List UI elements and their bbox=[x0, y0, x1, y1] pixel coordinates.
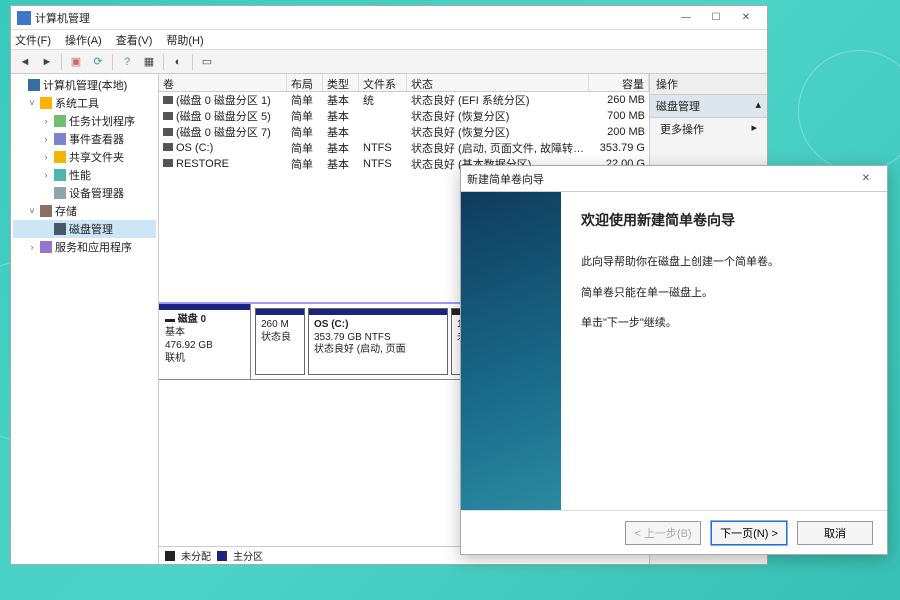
collapse-icon: ▴ bbox=[755, 98, 761, 114]
partition[interactable]: 260 M状态良 bbox=[255, 308, 305, 375]
tree-event[interactable]: ›事件查看器 bbox=[13, 130, 156, 148]
tool-icon[interactable]: ▣ bbox=[66, 52, 86, 72]
window-title: 计算机管理 bbox=[35, 10, 671, 26]
menu-view[interactable]: 查看(V) bbox=[116, 32, 153, 48]
help-button[interactable]: ? bbox=[117, 52, 137, 72]
tree-label: 存储 bbox=[55, 203, 77, 219]
app-icon bbox=[17, 11, 31, 25]
wizard-text: 简单卷只能在单一磁盘上。 bbox=[581, 285, 867, 302]
back-button[interactable]: ◄ bbox=[15, 52, 35, 72]
separator bbox=[163, 54, 164, 70]
new-volume-wizard-dialog: 新建简单卷向导 ✕ 欢迎使用新建简单卷向导 此向导帮助你在磁盘上创建一个简单卷。… bbox=[460, 165, 888, 555]
volume-list[interactable]: (磁盘 0 磁盘分区 1)简单基本状态良好 (EFI 系统分区)260 MB(磁… bbox=[159, 92, 649, 172]
wizard-buttons: < 上一步(B) 下一页(N) > 取消 bbox=[461, 510, 887, 554]
col-layout[interactable]: 布局 bbox=[287, 74, 323, 91]
wizard-titlebar[interactable]: 新建简单卷向导 ✕ bbox=[461, 166, 887, 192]
wizard-next-button[interactable]: 下一页(N) > bbox=[711, 521, 787, 545]
menu-file[interactable]: 文件(F) bbox=[15, 32, 51, 48]
tree-storage[interactable]: ˅存储 bbox=[13, 202, 156, 220]
menu-help[interactable]: 帮助(H) bbox=[166, 32, 203, 48]
separator bbox=[61, 54, 62, 70]
volume-list-header[interactable]: 卷 布局 类型 文件系统 状态 容量 bbox=[159, 74, 649, 92]
tree-label: 服务和应用程序 bbox=[55, 239, 132, 255]
wizard-cancel-button[interactable]: 取消 bbox=[797, 521, 873, 545]
chevron-right-icon: ▸ bbox=[751, 121, 757, 137]
disk-size: 476.92 GB bbox=[165, 340, 213, 351]
tree-label: 设备管理器 bbox=[69, 185, 124, 201]
minimize-button[interactable]: — bbox=[671, 9, 701, 27]
wizard-banner bbox=[461, 192, 561, 510]
tree-label: 计算机管理(本地) bbox=[43, 77, 127, 93]
wizard-text: 单击"下一步"继续。 bbox=[581, 315, 867, 332]
wizard-close-button[interactable]: ✕ bbox=[851, 170, 881, 188]
actions-header: 操作 bbox=[650, 74, 767, 95]
tool-icon[interactable]: ◐ bbox=[168, 52, 188, 72]
wizard-back-button: < 上一步(B) bbox=[625, 521, 701, 545]
wizard-heading: 欢迎使用新建简单卷向导 bbox=[581, 210, 867, 230]
tool-icon[interactable]: ▭ bbox=[197, 52, 217, 72]
wizard-body: 欢迎使用新建简单卷向导 此向导帮助你在磁盘上创建一个简单卷。 简单卷只能在单一磁… bbox=[461, 192, 887, 510]
maximize-button[interactable]: ☐ bbox=[701, 9, 731, 27]
tree-task[interactable]: ›任务计划程序 bbox=[13, 112, 156, 130]
legend-primary: 主分区 bbox=[233, 548, 263, 563]
actions-section[interactable]: 磁盘管理▴ bbox=[650, 95, 767, 118]
col-cap[interactable]: 容量 bbox=[589, 74, 649, 91]
volume-row[interactable]: (磁盘 0 磁盘分区 5)简单基本状态良好 (恢复分区)700 MB bbox=[159, 108, 649, 124]
refresh-button[interactable]: ⟳ bbox=[88, 52, 108, 72]
actions-more[interactable]: 更多操作▸ bbox=[650, 118, 767, 140]
tree-share[interactable]: ›共享文件夹 bbox=[13, 148, 156, 166]
tree-label: 磁盘管理 bbox=[69, 221, 113, 237]
separator bbox=[112, 54, 113, 70]
tree-diskmgmt[interactable]: 磁盘管理 bbox=[13, 220, 156, 238]
tree-label: 任务计划程序 bbox=[69, 113, 135, 129]
legend-unalloc: 未分配 bbox=[181, 548, 211, 563]
volume-row[interactable]: (磁盘 0 磁盘分区 1)简单基本状态良好 (EFI 系统分区)260 MB bbox=[159, 92, 649, 108]
tree-root[interactable]: 计算机管理(本地) bbox=[13, 76, 156, 94]
menu-action[interactable]: 操作(A) bbox=[65, 32, 102, 48]
tree-services[interactable]: ›服务和应用程序 bbox=[13, 238, 156, 256]
wizard-content: 欢迎使用新建简单卷向导 此向导帮助你在磁盘上创建一个简单卷。 简单卷只能在单一磁… bbox=[561, 192, 887, 510]
col-type[interactable]: 类型 bbox=[323, 74, 359, 91]
disk-info[interactable]: ▬ 磁盘 0 基本 476.92 GB 联机 bbox=[159, 304, 251, 379]
fwd-button[interactable]: ► bbox=[37, 52, 57, 72]
tree-label: 共享文件夹 bbox=[69, 149, 124, 165]
toolbar: ◄ ► ▣ ⟳ ? ▦ ◐ ▭ bbox=[11, 50, 767, 74]
col-status[interactable]: 状态 bbox=[407, 74, 589, 91]
wizard-title: 新建简单卷向导 bbox=[467, 171, 851, 187]
volume-row[interactable]: OS (C:)简单基本NTFS状态良好 (启动, 页面文件, 故障转储, 基本数… bbox=[159, 140, 649, 156]
volume-row[interactable]: (磁盘 0 磁盘分区 7)简单基本状态良好 (恢复分区)200 MB bbox=[159, 124, 649, 140]
disk-label: 磁盘 0 bbox=[178, 314, 206, 325]
col-name[interactable]: 卷 bbox=[159, 74, 287, 91]
disk-state: 联机 bbox=[165, 353, 185, 364]
separator bbox=[192, 54, 193, 70]
nav-tree[interactable]: 计算机管理(本地) ˅系统工具 ›任务计划程序 ›事件查看器 ›共享文件夹 ›性… bbox=[11, 74, 159, 564]
disk-type: 基本 bbox=[165, 327, 185, 338]
legend-swatch-primary bbox=[217, 551, 227, 561]
menubar: 文件(F) 操作(A) 查看(V) 帮助(H) bbox=[11, 30, 767, 50]
tree-systools[interactable]: ˅系统工具 bbox=[13, 94, 156, 112]
tree-label: 事件查看器 bbox=[69, 131, 124, 147]
titlebar[interactable]: 计算机管理 — ☐ ✕ bbox=[11, 6, 767, 30]
legend-swatch-unalloc bbox=[165, 551, 175, 561]
tree-dev[interactable]: 设备管理器 bbox=[13, 184, 156, 202]
tree-label: 性能 bbox=[69, 167, 91, 183]
close-button[interactable]: ✕ bbox=[731, 9, 761, 27]
wizard-text: 此向导帮助你在磁盘上创建一个简单卷。 bbox=[581, 254, 867, 271]
tool-icon[interactable]: ▦ bbox=[139, 52, 159, 72]
partition[interactable]: OS (C:)353.79 GB NTFS状态良好 (启动, 页面 bbox=[308, 308, 448, 375]
col-fs[interactable]: 文件系统 bbox=[359, 74, 407, 91]
tree-perf[interactable]: ›性能 bbox=[13, 166, 156, 184]
tree-label: 系统工具 bbox=[55, 95, 99, 111]
